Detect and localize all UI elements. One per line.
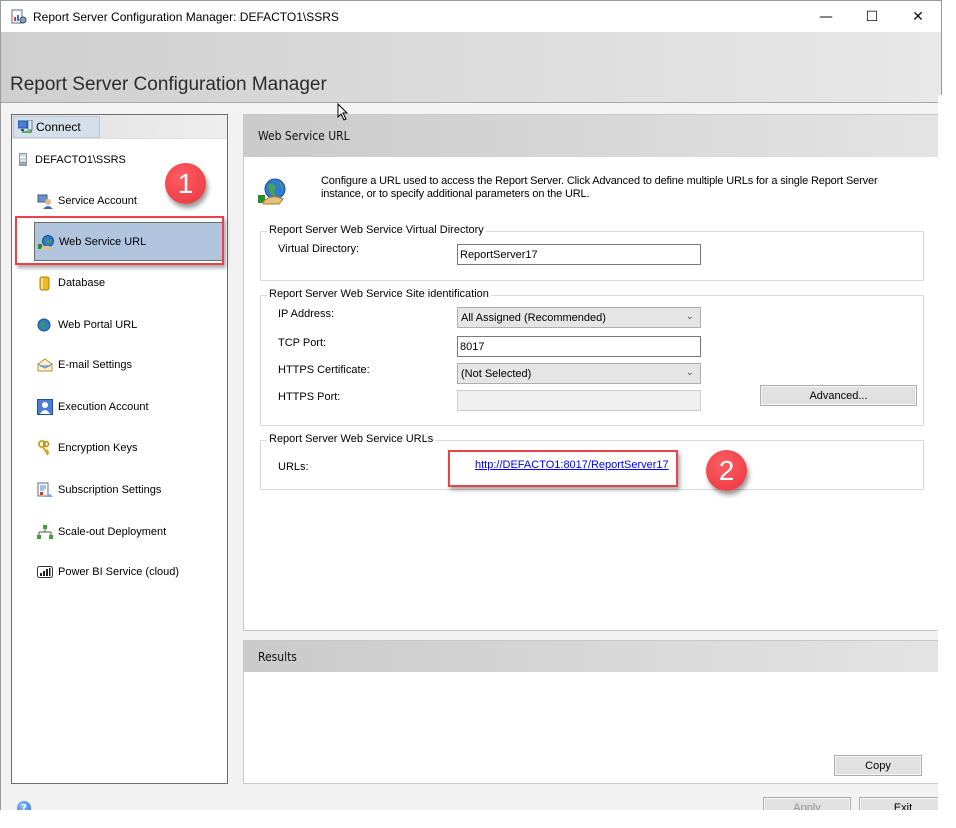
group-legend: Report Server Web Service URLs bbox=[267, 433, 436, 445]
sidebar-item-label: Subscription Settings bbox=[58, 483, 162, 496]
group-legend: Report Server Web Service Virtual Direct… bbox=[267, 224, 486, 236]
server-icon bbox=[19, 153, 27, 166]
service-account-icon bbox=[37, 193, 53, 209]
server-name: DEFACTO1\SSRS bbox=[35, 153, 126, 166]
sidebar-item-subscription-settings[interactable]: Subscription Settings bbox=[34, 470, 224, 509]
annotation-badge-1: 1 bbox=[165, 163, 206, 204]
https-certificate-select[interactable]: (Not Selected) ⌄ bbox=[457, 363, 701, 384]
web-service-url-icon bbox=[38, 234, 54, 250]
connect-button[interactable]: Connect bbox=[13, 116, 100, 138]
advanced-button[interactable]: Advanced... bbox=[760, 385, 917, 406]
sidebar-item-label: Power BI Service (cloud) bbox=[58, 565, 180, 578]
virtual-directory-input[interactable]: ReportServer17 bbox=[457, 244, 701, 265]
tcp-port-input[interactable]: 8017 bbox=[457, 336, 701, 357]
header-strip bbox=[1, 103, 941, 113]
annotation-badge-2: 2 bbox=[706, 450, 747, 491]
https-certificate-label: HTTPS Certificate: bbox=[278, 364, 370, 376]
description-text: Configure a URL used to access the Repor… bbox=[321, 175, 878, 200]
sidebar-item-email-settings[interactable]: E-mail Settings bbox=[34, 345, 224, 384]
maximize-button[interactable]: ☐ bbox=[849, 1, 895, 32]
app-heading: Report Server Configuration Manager bbox=[10, 74, 327, 95]
report-server-url-link[interactable]: http://DEFACTO1:8017/ReportServer17 bbox=[475, 459, 669, 471]
app-window: Report Server Configuration Manager: DEF… bbox=[0, 0, 942, 818]
section-header: Web Service URL bbox=[244, 115, 941, 157]
sidebar-item-scale-out-deployment[interactable]: Scale-out Deployment bbox=[34, 512, 224, 551]
sidebar-item-execution-account[interactable]: Execution Account bbox=[34, 387, 224, 426]
sidebar-item-label: E-mail Settings bbox=[58, 358, 132, 371]
window-title: Report Server Configuration Manager: DEF… bbox=[33, 9, 339, 24]
sidebar-item-label: Encryption Keys bbox=[58, 441, 138, 454]
sidebar-item-encryption-keys[interactable]: Encryption Keys bbox=[34, 428, 224, 467]
sidebar-item-web-portal-url[interactable]: Web Portal URL bbox=[34, 305, 224, 344]
sidebar-item-power-bi-service[interactable]: Power BI Service (cloud) bbox=[34, 552, 224, 591]
keys-icon bbox=[37, 439, 53, 456]
power-bi-icon bbox=[37, 564, 53, 580]
urls-group: Report Server Web Service URLs URLs: htt… bbox=[260, 433, 924, 490]
group-legend: Report Server Web Service Site identific… bbox=[267, 288, 491, 300]
sidebar-item-label: Execution Account bbox=[58, 400, 149, 413]
window-controls: — ☐ ✕ bbox=[803, 1, 941, 32]
https-port-input[interactable] bbox=[457, 390, 701, 411]
sidebar-item-label: Database bbox=[58, 276, 106, 289]
ip-address-select[interactable]: All Assigned (Recommended) ⌄ bbox=[457, 307, 701, 328]
chevron-down-icon: ⌄ bbox=[685, 311, 694, 322]
results-title: Results bbox=[258, 649, 297, 664]
https-port-label: HTTPS Port: bbox=[278, 391, 341, 403]
tcp-port-label: TCP Port: bbox=[278, 337, 327, 349]
database-icon bbox=[37, 275, 53, 291]
copy-button[interactable]: Copy bbox=[834, 755, 922, 776]
virtual-directory-label: Virtual Directory: bbox=[278, 243, 360, 255]
connect-label: Connect bbox=[36, 120, 81, 134]
subscription-icon bbox=[37, 482, 53, 498]
connect-icon bbox=[17, 119, 33, 134]
nav-toolbar: Connect bbox=[12, 115, 227, 139]
torn-edge-right bbox=[938, 95, 956, 828]
torn-edge-bottom bbox=[0, 810, 956, 828]
email-icon bbox=[37, 357, 53, 373]
section-title: Web Service URL bbox=[258, 129, 350, 143]
web-service-globe-icon bbox=[257, 177, 287, 207]
sidebar-item-label: Web Service URL bbox=[59, 235, 147, 248]
chevron-down-icon: ⌄ bbox=[685, 367, 694, 378]
sidebar-item-label: Web Portal URL bbox=[58, 318, 138, 331]
execution-account-icon bbox=[37, 398, 53, 415]
sidebar-item-label: Scale-out Deployment bbox=[58, 525, 167, 538]
intro: Configure a URL used to access the Repor… bbox=[244, 171, 941, 211]
web-service-url-panel: Web Service URL Configure a URL used to … bbox=[243, 114, 941, 631]
sidebar-item-label: Service Account bbox=[58, 194, 137, 207]
minimize-button[interactable]: — bbox=[803, 1, 849, 32]
title-bar: Report Server Configuration Manager: DEF… bbox=[1, 1, 941, 32]
close-button[interactable]: ✕ bbox=[895, 1, 941, 32]
server-node[interactable]: DEFACTO1\SSRS bbox=[19, 153, 126, 166]
scale-out-icon bbox=[37, 524, 53, 540]
report-server-app-icon bbox=[11, 9, 27, 25]
sidebar-item-database[interactable]: Database bbox=[34, 263, 224, 302]
mouse-cursor-icon bbox=[337, 103, 349, 121]
results-panel: Results Copy bbox=[243, 640, 941, 784]
ip-address-value: All Assigned (Recommended) bbox=[461, 311, 606, 324]
results-header: Results bbox=[244, 641, 941, 672]
sidebar-item-web-service-url[interactable]: Web Service URL bbox=[34, 222, 224, 261]
ip-address-label: IP Address: bbox=[278, 308, 335, 320]
urls-label: URLs: bbox=[278, 461, 309, 473]
site-identification-group: Report Server Web Service Site identific… bbox=[260, 288, 924, 426]
https-certificate-value: (Not Selected) bbox=[461, 367, 532, 380]
virtual-directory-group: Report Server Web Service Virtual Direct… bbox=[260, 224, 924, 281]
navigation-panel: Connect DEFACTO1\SSRS Service Account We… bbox=[11, 114, 228, 784]
globe-icon bbox=[37, 317, 53, 333]
header-band: Report Server Configuration Manager bbox=[1, 32, 941, 103]
